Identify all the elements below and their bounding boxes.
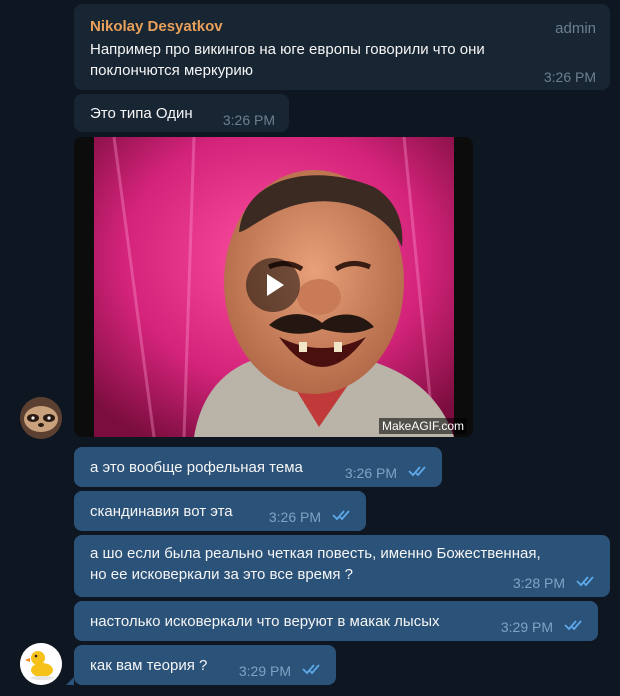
user-avatar[interactable] (20, 397, 62, 439)
message-time: 3:26 PM (344, 465, 397, 481)
message-text: как вам теория ? (90, 657, 208, 674)
message-bubble-outgoing[interactable]: а это вообще рофельная тема 3:26 PM (74, 447, 442, 487)
double-check-icon (332, 510, 350, 521)
play-icon (267, 274, 284, 296)
gif-media[interactable]: MakeAGIF.com (74, 137, 473, 437)
message-text: Например про викингов на юге европы гово… (90, 39, 485, 81)
message-text: а это вообще рофельная тема (90, 459, 303, 476)
message-bubble-outgoing[interactable]: а шо если была реально четкая повесть, и… (74, 535, 610, 597)
message-time: 3:28 PM (512, 575, 565, 591)
bubble-tail (66, 677, 74, 685)
duck-avatar-icon (20, 643, 62, 685)
message-time: 3:29 PM (238, 663, 291, 679)
double-check-icon (564, 620, 582, 631)
message-text: настолько исковеркали что веруют в макак… (90, 613, 440, 630)
message-time: 3:26 PM (268, 509, 321, 525)
message-bubble-incoming[interactable]: Это типа Один 3:26 PM (74, 94, 289, 132)
double-check-icon (408, 466, 426, 477)
double-check-icon (302, 664, 320, 675)
sloth-avatar-icon (20, 397, 62, 439)
sender-name[interactable]: Nikolay Desyatkov (90, 16, 223, 37)
message-text-line: а шо если была реально четкая повесть, и… (90, 545, 541, 562)
message-text: а шо если была реально четкая повесть, и… (90, 543, 541, 585)
message-bubble-outgoing[interactable]: настолько исковеркали что веруют в макак… (74, 601, 598, 641)
message-bubble-outgoing[interactable]: скандинавия вот эта 3:26 PM (74, 491, 366, 531)
play-button[interactable] (246, 258, 300, 312)
message-bubble-incoming[interactable]: Nikolay Desyatkov admin Например про вик… (74, 4, 610, 90)
double-check-icon (576, 576, 594, 587)
message-bubble-outgoing[interactable]: как вам теория ? 3:29 PM (74, 645, 336, 685)
message-text-line: Например про викингов на юге европы гово… (90, 41, 485, 58)
message-text: скандинавия вот эта (90, 503, 233, 520)
message-time: 3:26 PM (222, 112, 275, 128)
message-text-line: но ее исковеркали за это все время ? (90, 566, 353, 583)
admin-badge: admin (555, 20, 596, 37)
message-time: 3:29 PM (500, 619, 553, 635)
message-text: Это типа Один (90, 105, 193, 122)
message-text-line: поклончются меркурию (90, 62, 254, 79)
message-time: 3:26 PM (543, 69, 596, 85)
gif-watermark: MakeAGIF.com (378, 418, 467, 434)
duck-avatar[interactable] (20, 643, 62, 685)
